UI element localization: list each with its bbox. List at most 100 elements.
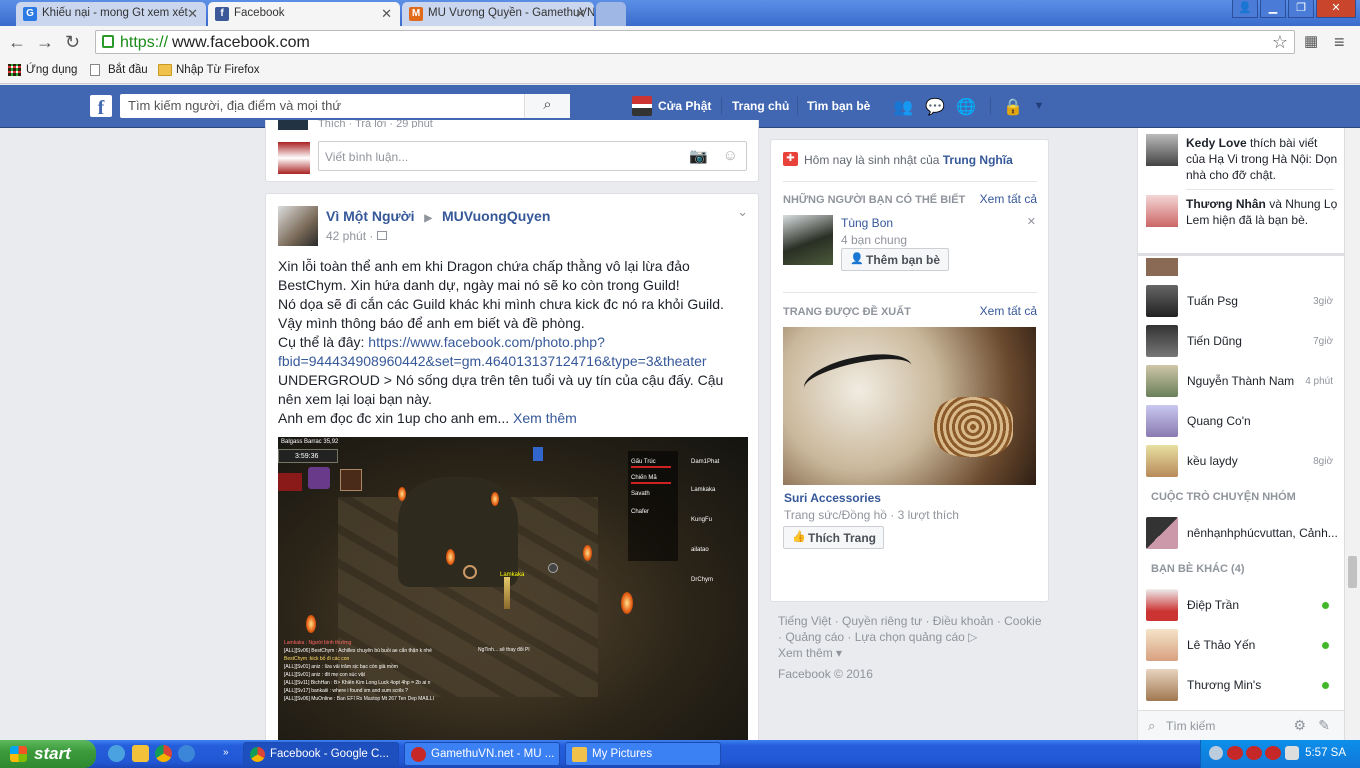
tab-khieu-nai[interactable]: G Khiếu nại - mong Gt xem xét ✕ (16, 2, 206, 26)
footer-line[interactable]: · Quảng cáo · Lựa chọn quảng cáo (778, 630, 965, 644)
chat-line: [ALL][Sv17] bankaiii : where i found sm … (284, 688, 408, 694)
ticker-avatar[interactable] (1146, 134, 1178, 166)
fb-search-input[interactable]: Tìm kiếm người, địa điểm và mọi thứ ⌕ (120, 94, 570, 118)
author-avatar[interactable] (278, 206, 318, 246)
suggested-page-photo[interactable] (783, 327, 1036, 485)
add-friend-button[interactable]: 👤 Thêm bạn bè (841, 248, 949, 271)
ie-icon[interactable] (178, 745, 195, 762)
facebook-logo-icon[interactable]: f (90, 95, 112, 119)
minimize-button[interactable]: ▁ (1260, 0, 1286, 18)
footer-line-2: · Quảng cáo · Lựa chọn quảng cáo ▷ (778, 629, 1048, 645)
see-more-link[interactable]: Xem thêm (513, 410, 577, 426)
post-photo-game-screenshot[interactable]: Balgass Barrac 35,92 3:59:36 Gấu Trúc Ch… (278, 437, 748, 752)
profile-link[interactable]: Cửa Phật (658, 99, 711, 113)
footer-more[interactable]: Xem thêm ▾ (778, 645, 1048, 661)
notifications-globe-icon[interactable]: 🌐 (956, 97, 976, 116)
photo-link-cont[interactable]: fbid=944434908960442&set=gm.464013137124… (278, 352, 748, 371)
chat-search-bar[interactable]: ⌕ Tìm kiếm ⚙ ✎ (1138, 710, 1344, 740)
find-friends-link[interactable]: Tìm bạn bè (807, 99, 870, 113)
tray-app-icon[interactable] (1265, 746, 1281, 760)
start-button[interactable]: start (0, 740, 96, 768)
bookmark-firefox-folder[interactable]: Nhập Từ Firefox (158, 64, 260, 76)
menu-icon[interactable]: ≡ (1334, 32, 1345, 52)
chat-contact[interactable]: Tuấn Psg 3giờ (1146, 283, 1341, 319)
home-link[interactable]: Trang chủ (732, 99, 789, 113)
back-icon[interactable]: ← (8, 32, 26, 52)
taskbar-item-my-pictures[interactable]: My Pictures (565, 742, 721, 766)
messages-icon[interactable]: 💬 (925, 97, 945, 116)
clock[interactable]: 5:57 SA (1305, 747, 1346, 759)
pages-see-all-link[interactable]: Xem tất cả (980, 304, 1037, 318)
chat-contact[interactable]: Nguyễn Thành Nam 4 phút (1146, 363, 1341, 399)
footer-line[interactable]: Tiếng Việt · Quyền riêng tư · Điều khoản… (778, 613, 1048, 629)
chat-contact[interactable]: Lê Thảo Yến (1146, 627, 1341, 663)
chrome-icon[interactable] (155, 745, 172, 762)
pymk-name[interactable]: Tùng Bon (841, 216, 893, 230)
bookmark-apps[interactable]: Ứng dụng (8, 64, 77, 76)
address-bar[interactable]: https:// www.facebook.com ☆ (95, 30, 1295, 54)
chat-contact[interactable]: kều laydy 8giờ (1146, 443, 1341, 479)
tray-expand-icon[interactable] (1209, 746, 1223, 760)
chat-contact[interactable]: Thương Min's (1146, 667, 1341, 703)
photo-link[interactable]: https://www.facebook.com/photo.php? (368, 334, 605, 350)
bookmark-star-icon[interactable]: ☆ (1272, 32, 1288, 53)
forward-icon[interactable]: → (36, 32, 54, 52)
scrollbar-thumb[interactable] (1348, 556, 1357, 588)
taskbar-item-facebook[interactable]: Facebook - Google C... (243, 742, 399, 766)
bookmark-start[interactable]: Bắt đầu (90, 64, 148, 76)
new-message-icon[interactable]: ✎ (1318, 717, 1330, 734)
privacy-shortcuts-icon[interactable]: 🔒 (1003, 97, 1023, 116)
taskbar-item-gamethuvn[interactable]: GamethuVN.net - MU ... (404, 742, 560, 766)
group-name[interactable]: MUVuongQuyen (442, 208, 550, 224)
chat-contact[interactable]: Tiến Dũng 7giờ (1146, 323, 1341, 359)
quicklaunch-icon[interactable] (132, 745, 149, 762)
chat-search-placeholder: Tìm kiếm (1166, 719, 1216, 733)
close-window-button[interactable]: ✕ (1316, 0, 1356, 18)
search-icon[interactable]: ⌕ (524, 94, 570, 118)
chat-contact[interactable]: Quang Co'n (1146, 403, 1341, 439)
camera-icon[interactable]: 📷 (689, 147, 708, 165)
page-scrollbar[interactable] (1344, 128, 1360, 740)
profile-avatar[interactable] (632, 96, 652, 116)
post-options-chevron-icon[interactable]: ⌄ (737, 204, 748, 220)
emoji-icon[interactable]: ☺ (723, 147, 738, 164)
tab-mu-vuong-quyen[interactable]: M MU Vương Quyền - GamethuVN ✕ (402, 2, 594, 26)
chat-contact[interactable]: Điệp Trần (1146, 587, 1341, 623)
group-chat[interactable]: nênhạnhphúcvuttan, Cảnh... (1146, 515, 1341, 551)
ticker-item[interactable]: Kedy Love thích bài viết của Hạ Vi trong… (1186, 135, 1338, 183)
account-menu-arrow-icon[interactable]: ▼ (1029, 100, 1049, 118)
quicklaunch-icon[interactable] (108, 745, 125, 762)
maximize-button[interactable]: ❐ (1288, 0, 1314, 18)
volume-icon[interactable] (1285, 746, 1299, 760)
like-page-button[interactable]: 👍 Thích Trang (783, 526, 884, 549)
close-tab-icon[interactable]: ✕ (381, 6, 392, 22)
chat-settings-icon[interactable]: ⚙ (1293, 717, 1306, 734)
reload-icon[interactable]: ↻ (65, 32, 80, 52)
party-member: KungFu (691, 517, 713, 523)
ticker-avatar[interactable] (1146, 195, 1178, 227)
close-tab-icon[interactable]: ✕ (187, 6, 198, 22)
dismiss-icon[interactable]: ✕ (1027, 215, 1036, 228)
author-name[interactable]: Vì Một Người (326, 208, 415, 224)
tray-app-icon[interactable] (1227, 746, 1243, 760)
ticker-resize-handle[interactable] (1138, 253, 1344, 256)
page-name[interactable]: Suri Accessories (784, 491, 881, 505)
pymk-see-all-link[interactable]: Xem tất cả (980, 192, 1037, 206)
post-time[interactable]: 42 phút (326, 229, 366, 243)
tab-facebook[interactable]: f Facebook ✕ (208, 2, 400, 26)
chevron-right-icon[interactable]: » (223, 747, 229, 758)
friend-requests-icon[interactable]: 👥 (893, 97, 913, 116)
chat-line: BestChym :kick bố đi các con (284, 656, 350, 662)
pymk-avatar[interactable] (783, 215, 833, 265)
tray-app-icon[interactable] (1246, 746, 1262, 760)
torch-flame-icon (491, 492, 499, 506)
qr-code-icon[interactable]: ▦ (1304, 32, 1318, 52)
close-tab-icon[interactable]: ✕ (575, 6, 586, 22)
new-tab-button[interactable] (596, 2, 626, 26)
pymk-mutual[interactable]: 4 bạn chung (841, 233, 907, 247)
birthday-name[interactable]: Trung Nghĩa (943, 153, 1013, 167)
comment-input[interactable]: Viết bình luận... 📷 ☺ (318, 141, 747, 171)
ticker-item[interactable]: Thương Nhân và Nhung Lọ Lem hiện đã là b… (1186, 196, 1338, 228)
url-scheme: https:// (120, 34, 169, 51)
user-icon[interactable]: 👤 (1232, 0, 1258, 18)
